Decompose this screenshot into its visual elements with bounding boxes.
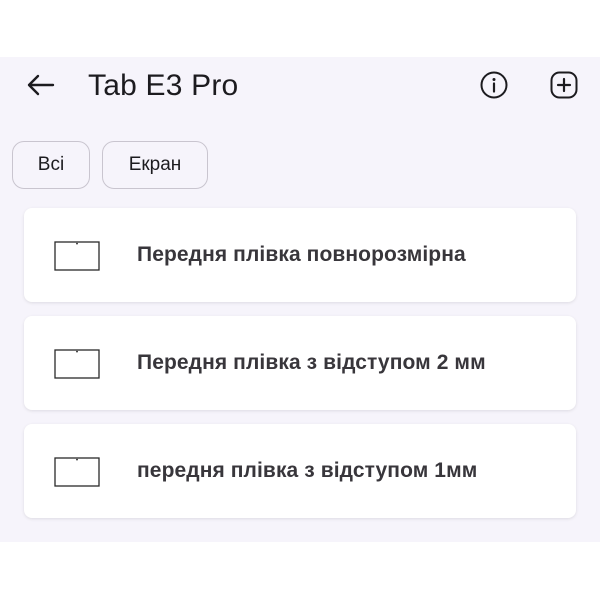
list-item-label: Передня плівка з відступом 2 мм — [137, 351, 486, 374]
chip-all[interactable]: Всі — [12, 141, 90, 189]
info-button[interactable] — [478, 69, 510, 101]
filter-chips: Всі Екран — [12, 141, 208, 193]
list-item[interactable]: Передня плівка з відступом 2 мм — [24, 316, 576, 410]
app-screen: Tab E3 Pro Всі Екран Передня плівка повн… — [0, 57, 600, 542]
list-item-label: передня плівка з відступом 1мм — [137, 459, 478, 482]
protector-list: Передня плівка повнорозмірна Передня плі… — [24, 208, 576, 532]
back-button[interactable] — [22, 69, 58, 101]
list-item[interactable]: Передня плівка повнорозмірна — [24, 208, 576, 302]
screen-protector-icon — [54, 457, 100, 487]
add-button[interactable] — [548, 69, 580, 101]
arrow-left-icon — [27, 74, 55, 96]
screen-protector-icon — [54, 349, 100, 379]
top-app-bar: Tab E3 Pro — [0, 57, 600, 117]
list-item[interactable]: передня плівка з відступом 1мм — [24, 424, 576, 518]
screen-protector-icon — [54, 241, 100, 271]
chip-screen[interactable]: Екран — [102, 141, 208, 189]
list-item-label: Передня плівка повнорозмірна — [137, 243, 466, 266]
page-title: Tab E3 Pro — [88, 69, 239, 102]
plus-square-icon — [550, 71, 578, 99]
info-circle-icon — [480, 71, 508, 99]
